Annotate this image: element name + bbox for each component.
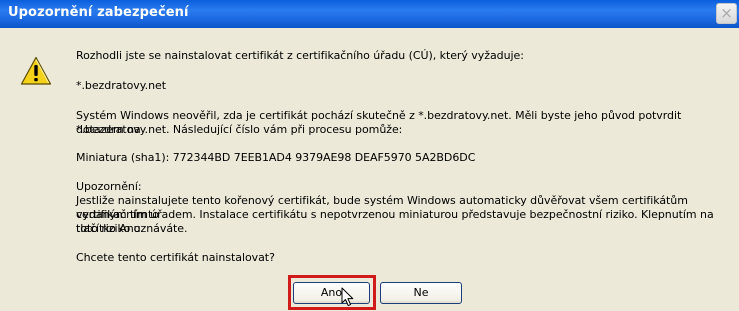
question-text: Chcete tento certifikát nainstalovat? bbox=[76, 251, 275, 264]
intro-text: Rozhodli jste se nainstalovat certifikát… bbox=[76, 49, 524, 62]
certificate-domain: *.bezdratovy.net bbox=[76, 79, 167, 92]
close-button[interactable]: × bbox=[716, 3, 737, 24]
close-icon: × bbox=[720, 4, 733, 22]
warning-text-line3: toto riziko uznáváte. bbox=[76, 222, 188, 235]
no-button[interactable]: Ne bbox=[380, 282, 462, 304]
warning-heading: Upozornění: bbox=[76, 180, 142, 193]
warning-icon bbox=[20, 56, 52, 85]
thumbprint-text: Miniatura (sha1): 772344BD 7EEB1AD4 9379… bbox=[76, 151, 476, 164]
title-bar: Upozornění zabezpečení × bbox=[0, 0, 739, 28]
mouse-cursor-icon bbox=[341, 287, 354, 307]
verify-text-line2: *.bezdratovy.net. Následující číslo vám … bbox=[76, 123, 403, 136]
dialog-body bbox=[0, 28, 739, 311]
window-title: Upozornění zabezpečení bbox=[8, 5, 189, 20]
yes-button-highlight bbox=[288, 275, 376, 310]
